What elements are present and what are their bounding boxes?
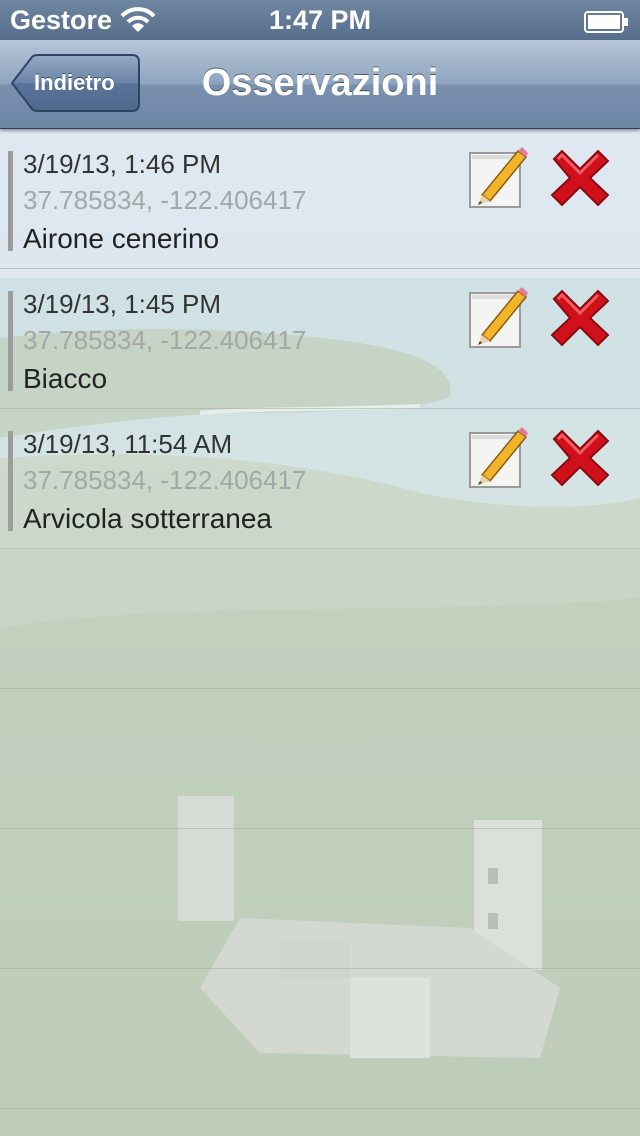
observations-list: 3/19/13, 1:46 PM 37.785834, -122.406417 …: [0, 129, 640, 1109]
observation-name: Airone cenerino: [23, 223, 220, 254]
list-item[interactable]: 3/19/13, 1:46 PM 37.785834, -122.406417 …: [0, 129, 640, 269]
observation-date: 3/19/13, 1:46 PM: [23, 149, 222, 179]
empty-row: [0, 689, 640, 829]
edit-pencil-icon[interactable]: [468, 425, 528, 489]
list-item[interactable]: 3/19/13, 1:45 PM 37.785834, -122.406417 …: [0, 269, 640, 409]
empty-row: [0, 969, 640, 1109]
observation-coordinates: 37.785834, -122.406417: [23, 325, 307, 355]
page-title-text: Osservazioni: [201, 62, 439, 104]
edit-pencil-icon[interactable]: [468, 145, 528, 209]
observation-coordinates: 37.785834, -122.406417: [23, 465, 307, 495]
edit-pencil-icon[interactable]: [468, 285, 528, 349]
delete-x-icon[interactable]: [548, 147, 612, 209]
observation-coordinates: 37.785834, -122.406417: [23, 185, 307, 215]
observation-date: 3/19/13, 1:45 PM: [23, 289, 222, 319]
observation-date: 3/19/13, 11:54 AM: [23, 429, 233, 459]
status-bar: Gestore 1:47 PM: [0, 0, 640, 40]
delete-x-icon[interactable]: [548, 287, 612, 349]
delete-x-icon[interactable]: [548, 427, 612, 489]
row-accent-bar: [8, 291, 13, 391]
navigation-bar: Indietro Osservazioni: [0, 40, 640, 129]
row-accent-bar: [8, 151, 13, 251]
empty-row: [0, 549, 640, 689]
observation-name: Biacco: [23, 363, 108, 394]
page-title: Osservazioni: [0, 62, 640, 105]
row-accent-bar: [8, 431, 13, 531]
observation-name: Arvicola sotterranea: [23, 503, 273, 534]
list-item[interactable]: 3/19/13, 11:54 AM 37.785834, -122.406417…: [0, 409, 640, 549]
status-time: 1:47 PM: [268, 5, 372, 35]
empty-row: [0, 829, 640, 969]
battery-icon: [584, 9, 630, 40]
